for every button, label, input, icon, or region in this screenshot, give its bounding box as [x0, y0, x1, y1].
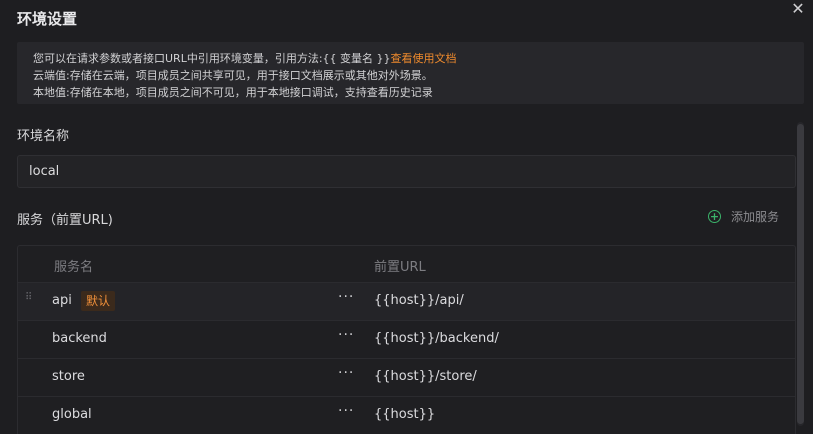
column-header-service-name: 服务名	[54, 260, 94, 275]
service-name: api	[52, 293, 72, 308]
table-row[interactable]: global ··· {{host}}	[18, 396, 795, 434]
services-table: 服务名 前置URL ⠿ api 默认 ··· {{host}}/api/ bac…	[17, 245, 796, 434]
add-service-button[interactable]: + 添加服务	[708, 208, 779, 225]
scrollbar-thumb[interactable]	[797, 124, 804, 424]
service-url[interactable]: {{host}}/api/	[374, 293, 464, 308]
services-label: 服务（前置URL)	[17, 213, 113, 228]
service-url[interactable]: {{host}}/store/	[374, 369, 477, 384]
notice-line-1: 您可以在请求参数或者接口URL中引用环境变量，引用方法:{{ 变量名 }}查看使…	[33, 50, 804, 67]
table-row[interactable]: ⠿ api 默认 ··· {{host}}/api/	[18, 282, 795, 320]
environment-settings-dialog: 环境设置 ✕ 您可以在请求参数或者接口URL中引用环境变量，引用方法:{{ 变量…	[0, 0, 813, 434]
more-icon[interactable]: ···	[338, 365, 354, 381]
table-row[interactable]: backend ··· {{host}}/backend/	[18, 320, 795, 358]
plus-circle-icon: +	[708, 210, 721, 223]
dialog-title: 环境设置	[17, 10, 78, 28]
more-icon[interactable]: ···	[338, 327, 354, 343]
more-icon[interactable]: ···	[338, 289, 354, 305]
add-service-label: 添加服务	[731, 210, 780, 224]
table-header: 服务名 前置URL	[18, 246, 795, 282]
notice-line-3: 本地值:存储在本地，项目成员之间不可见，用于本地接口调试，支持查看历史记录	[33, 86, 433, 99]
close-icon[interactable]: ✕	[789, 0, 807, 18]
service-name: store	[52, 369, 85, 384]
service-url[interactable]: {{host}}	[374, 407, 435, 422]
env-name-label: 环境名称	[17, 129, 70, 144]
more-icon[interactable]: ···	[338, 403, 354, 419]
table-row[interactable]: store ··· {{host}}/store/	[18, 358, 795, 396]
info-notice: 您可以在请求参数或者接口URL中引用环境变量，引用方法:{{ 变量名 }}查看使…	[17, 42, 804, 104]
service-name: global	[52, 407, 92, 422]
env-name-input[interactable]: local	[17, 155, 796, 188]
view-docs-link[interactable]: 查看使用文档	[391, 52, 457, 65]
service-name: backend	[52, 331, 107, 346]
drag-handle-icon[interactable]: ⠿	[25, 293, 35, 307]
default-badge: 默认	[81, 291, 116, 311]
column-header-prefix-url: 前置URL	[374, 260, 426, 275]
notice-line-1-text: 您可以在请求参数或者接口URL中引用环境变量，引用方法:{{ 变量名 }}	[33, 52, 391, 65]
notice-line-2: 云端值:存储在云端，项目成员之间共享可见，用于接口文档展示或其他对外场景。	[33, 69, 433, 82]
service-url[interactable]: {{host}}/backend/	[374, 331, 499, 346]
